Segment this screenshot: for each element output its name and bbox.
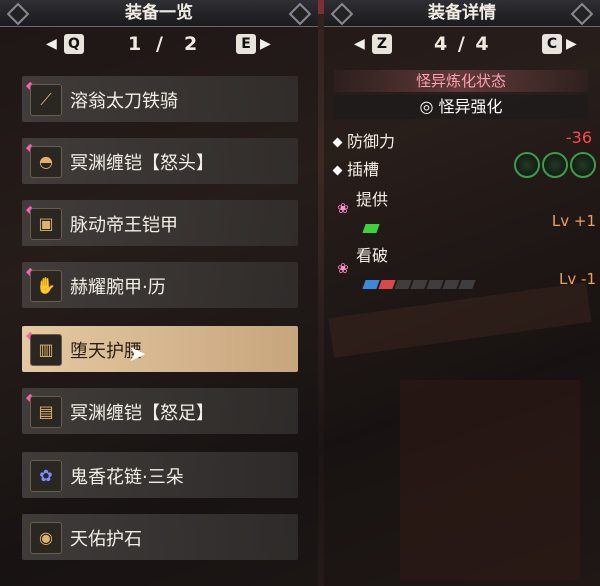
detail-page: 4 / 4 [434,33,491,55]
page-current: 1 [128,33,144,55]
equipment-list-header: 装备一览 [0,0,318,27]
level-segment [378,280,396,289]
next-detail-key[interactable]: C [542,34,562,54]
item-name: 溶翁太刀铁骑 [70,91,178,112]
item-name: 冥渊缠铠【怒头】 [70,153,214,174]
equipment-detail-title: 装备详情 [428,3,496,23]
helmet-icon: ◓ [30,146,62,178]
bullet-icon [332,137,343,148]
level-segment [442,280,460,289]
equipment-detail-panel: 装备详情 ◀ Z 4 / 4 C ▶ 怪异炼化状态 ◎ 怪异强化 防御力 -36… [324,0,600,586]
slot-label: 插槽 [347,160,380,179]
page-total: 2 [184,33,200,55]
waist-armor-icon: ▥ [30,334,62,366]
skill-name: 看破 [356,246,389,265]
prev-detail-arrow-icon[interactable]: ◀ [354,36,365,52]
item-name: 赫耀腕甲·历 [70,277,166,298]
next-detail-arrow-icon[interactable]: ▶ [566,36,577,52]
greaves-icon: ▤ [30,396,62,428]
defense-value: -36 [565,128,592,147]
slot-icon [542,152,568,178]
prev-detail-key[interactable]: Z [372,34,392,54]
gauntlet-icon: ✋ [30,270,62,302]
level-segment [458,280,476,289]
equipment-detail-pager: ◀ Z 4 / 4 C ▶ [324,33,600,57]
skill-name: 提供 [356,190,389,209]
list-item[interactable]: ◆ ✋ 赫耀腕甲·历 [22,262,298,308]
list-item[interactable]: ◆ ◓ 冥渊缠铠【怒头】 [22,138,298,184]
list-item[interactable]: ◉ 天佑护石 [22,514,298,560]
level-segment [362,280,380,289]
mouse-cursor-icon: ➤ [128,342,147,367]
equipment-list-title: 装备一览 [125,3,193,23]
bullet-icon [332,165,343,176]
chest-armor-icon: ▣ [30,208,62,240]
level-segment [426,280,444,289]
list-item[interactable]: ◆ ⟋ 溶翁太刀铁骑 [22,76,298,122]
item-name: 冥渊缠铠【怒足】 [70,403,214,424]
next-page-arrow-icon[interactable]: ▶ [260,36,271,52]
section-title: 怪异炼化状态 [334,70,588,92]
defense-row: 防御力 -36 [332,128,596,152]
next-page-key[interactable]: E [236,34,256,54]
defense-label: 防御力 [347,132,396,151]
status-subtitle-text: 怪异强化 [438,97,503,116]
item-name: 天佑护石 [70,529,142,550]
prev-page-key[interactable]: Q [64,34,84,54]
skill-level-bar [362,274,476,289]
skill-level: Lv -1 [559,270,596,288]
slot-icon [570,152,596,178]
list-item[interactable]: ◆ ▣ 脉动帝王铠甲 [22,200,298,246]
level-segment [394,280,412,289]
decoration-slots [512,152,596,182]
status-subtitle: ◎ 怪异强化 [334,95,588,119]
list-item[interactable]: ◆ ▤ 冥渊缠铠【怒足】 [22,388,298,434]
page-separator: / [156,33,165,55]
list-item-selected[interactable]: ◆ ▥ 堕天护腰 [22,326,298,372]
skill-icon: ❀ [337,201,349,217]
equipment-list-pager: ◀ Q 1 / 2 E ▶ [0,33,318,57]
charm-icon: ✿ [30,460,62,492]
equipment-detail-header: 装备详情 [324,0,600,27]
skill-level: Lv +1 [551,212,596,230]
list-item[interactable]: ✿ 鬼香花链·三朵 [22,452,298,498]
skill-level-bar [362,218,380,233]
item-name: 脉动帝王铠甲 [70,215,178,236]
item-name: 鬼香花链·三朵 [70,467,184,488]
equipment-list-panel: 装备一览 ◀ Q 1 / 2 E ▶ ◆ ⟋ 溶翁太刀铁骑 ◆ ◓ 冥渊缠铠【怒… [0,0,318,586]
prev-page-arrow-icon[interactable]: ◀ [46,36,57,52]
talisman-icon: ◉ [30,522,62,554]
sword-icon: ⟋ [30,84,62,116]
swirl-icon: ◎ [419,97,439,116]
slot-icon [514,152,540,178]
level-segment [410,280,428,289]
level-segment [362,224,380,233]
skill-icon: ❀ [337,261,349,277]
